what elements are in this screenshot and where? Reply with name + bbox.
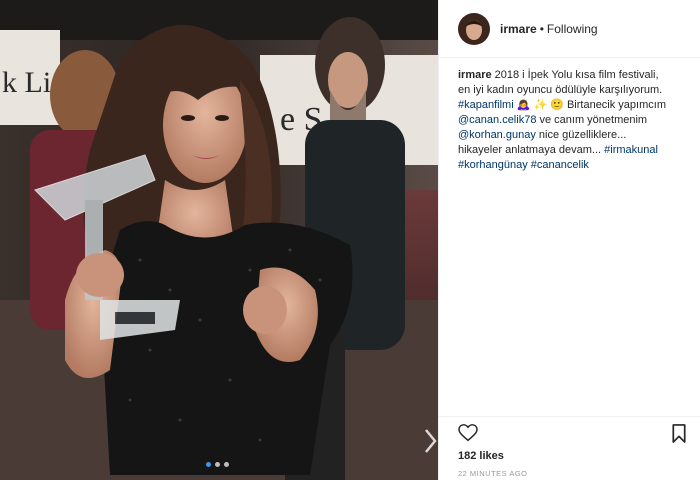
hashtag-link[interactable]: #korhangünay (458, 159, 528, 171)
instagram-post: k Lis e S irmare • Following irmare 2018… (0, 0, 700, 480)
header-separator: • (539, 21, 544, 36)
avatar[interactable] (458, 12, 490, 45)
chevron-right-icon[interactable] (422, 424, 438, 458)
hashtag-link[interactable]: #irmakunal (604, 144, 658, 156)
mention-link[interactable]: @korhan.gunay (458, 129, 536, 141)
post-caption: irmare 2018 i İpek Yolu kısa film festiva… (439, 58, 685, 173)
post-header-text: irmare • Following (500, 22, 598, 36)
caption-text: ve canım yönetmenim (536, 114, 648, 126)
caption-username[interactable]: irmare (458, 69, 492, 81)
carousel-dot-active (206, 462, 211, 467)
hashtag-link[interactable]: #kapanfilmi (458, 99, 514, 111)
header-username[interactable]: irmare (500, 22, 537, 36)
post-header: irmare • Following (439, 0, 700, 58)
carousel-indicator (206, 462, 229, 467)
hashtag-link[interactable]: #canancelik (531, 159, 589, 171)
post-photo[interactable]: k Lis e S (0, 0, 438, 480)
follow-status[interactable]: Following (547, 22, 598, 36)
post-timestamp: 22 MINUTES AGO (458, 469, 528, 478)
caption-text: 🙇‍♀️ ✨ 🙂 Birtanecik yapımcım (513, 99, 666, 111)
photo-illustration: k Lis e S (0, 0, 438, 480)
carousel-dot (224, 462, 229, 467)
post-side-panel: irmare • Following irmare 2018 i İpek Yolu … (438, 0, 700, 480)
mention-link[interactable]: @canan.celik78 (458, 114, 536, 126)
bookmark-icon[interactable] (671, 424, 687, 443)
likes-count[interactable]: 182 likes (458, 450, 504, 462)
caption-body: 2018 i İpek Yolu kısa film festivali, en… (458, 69, 666, 171)
heart-icon[interactable] (458, 424, 478, 442)
action-bar (439, 416, 700, 446)
carousel-dot (215, 462, 220, 467)
